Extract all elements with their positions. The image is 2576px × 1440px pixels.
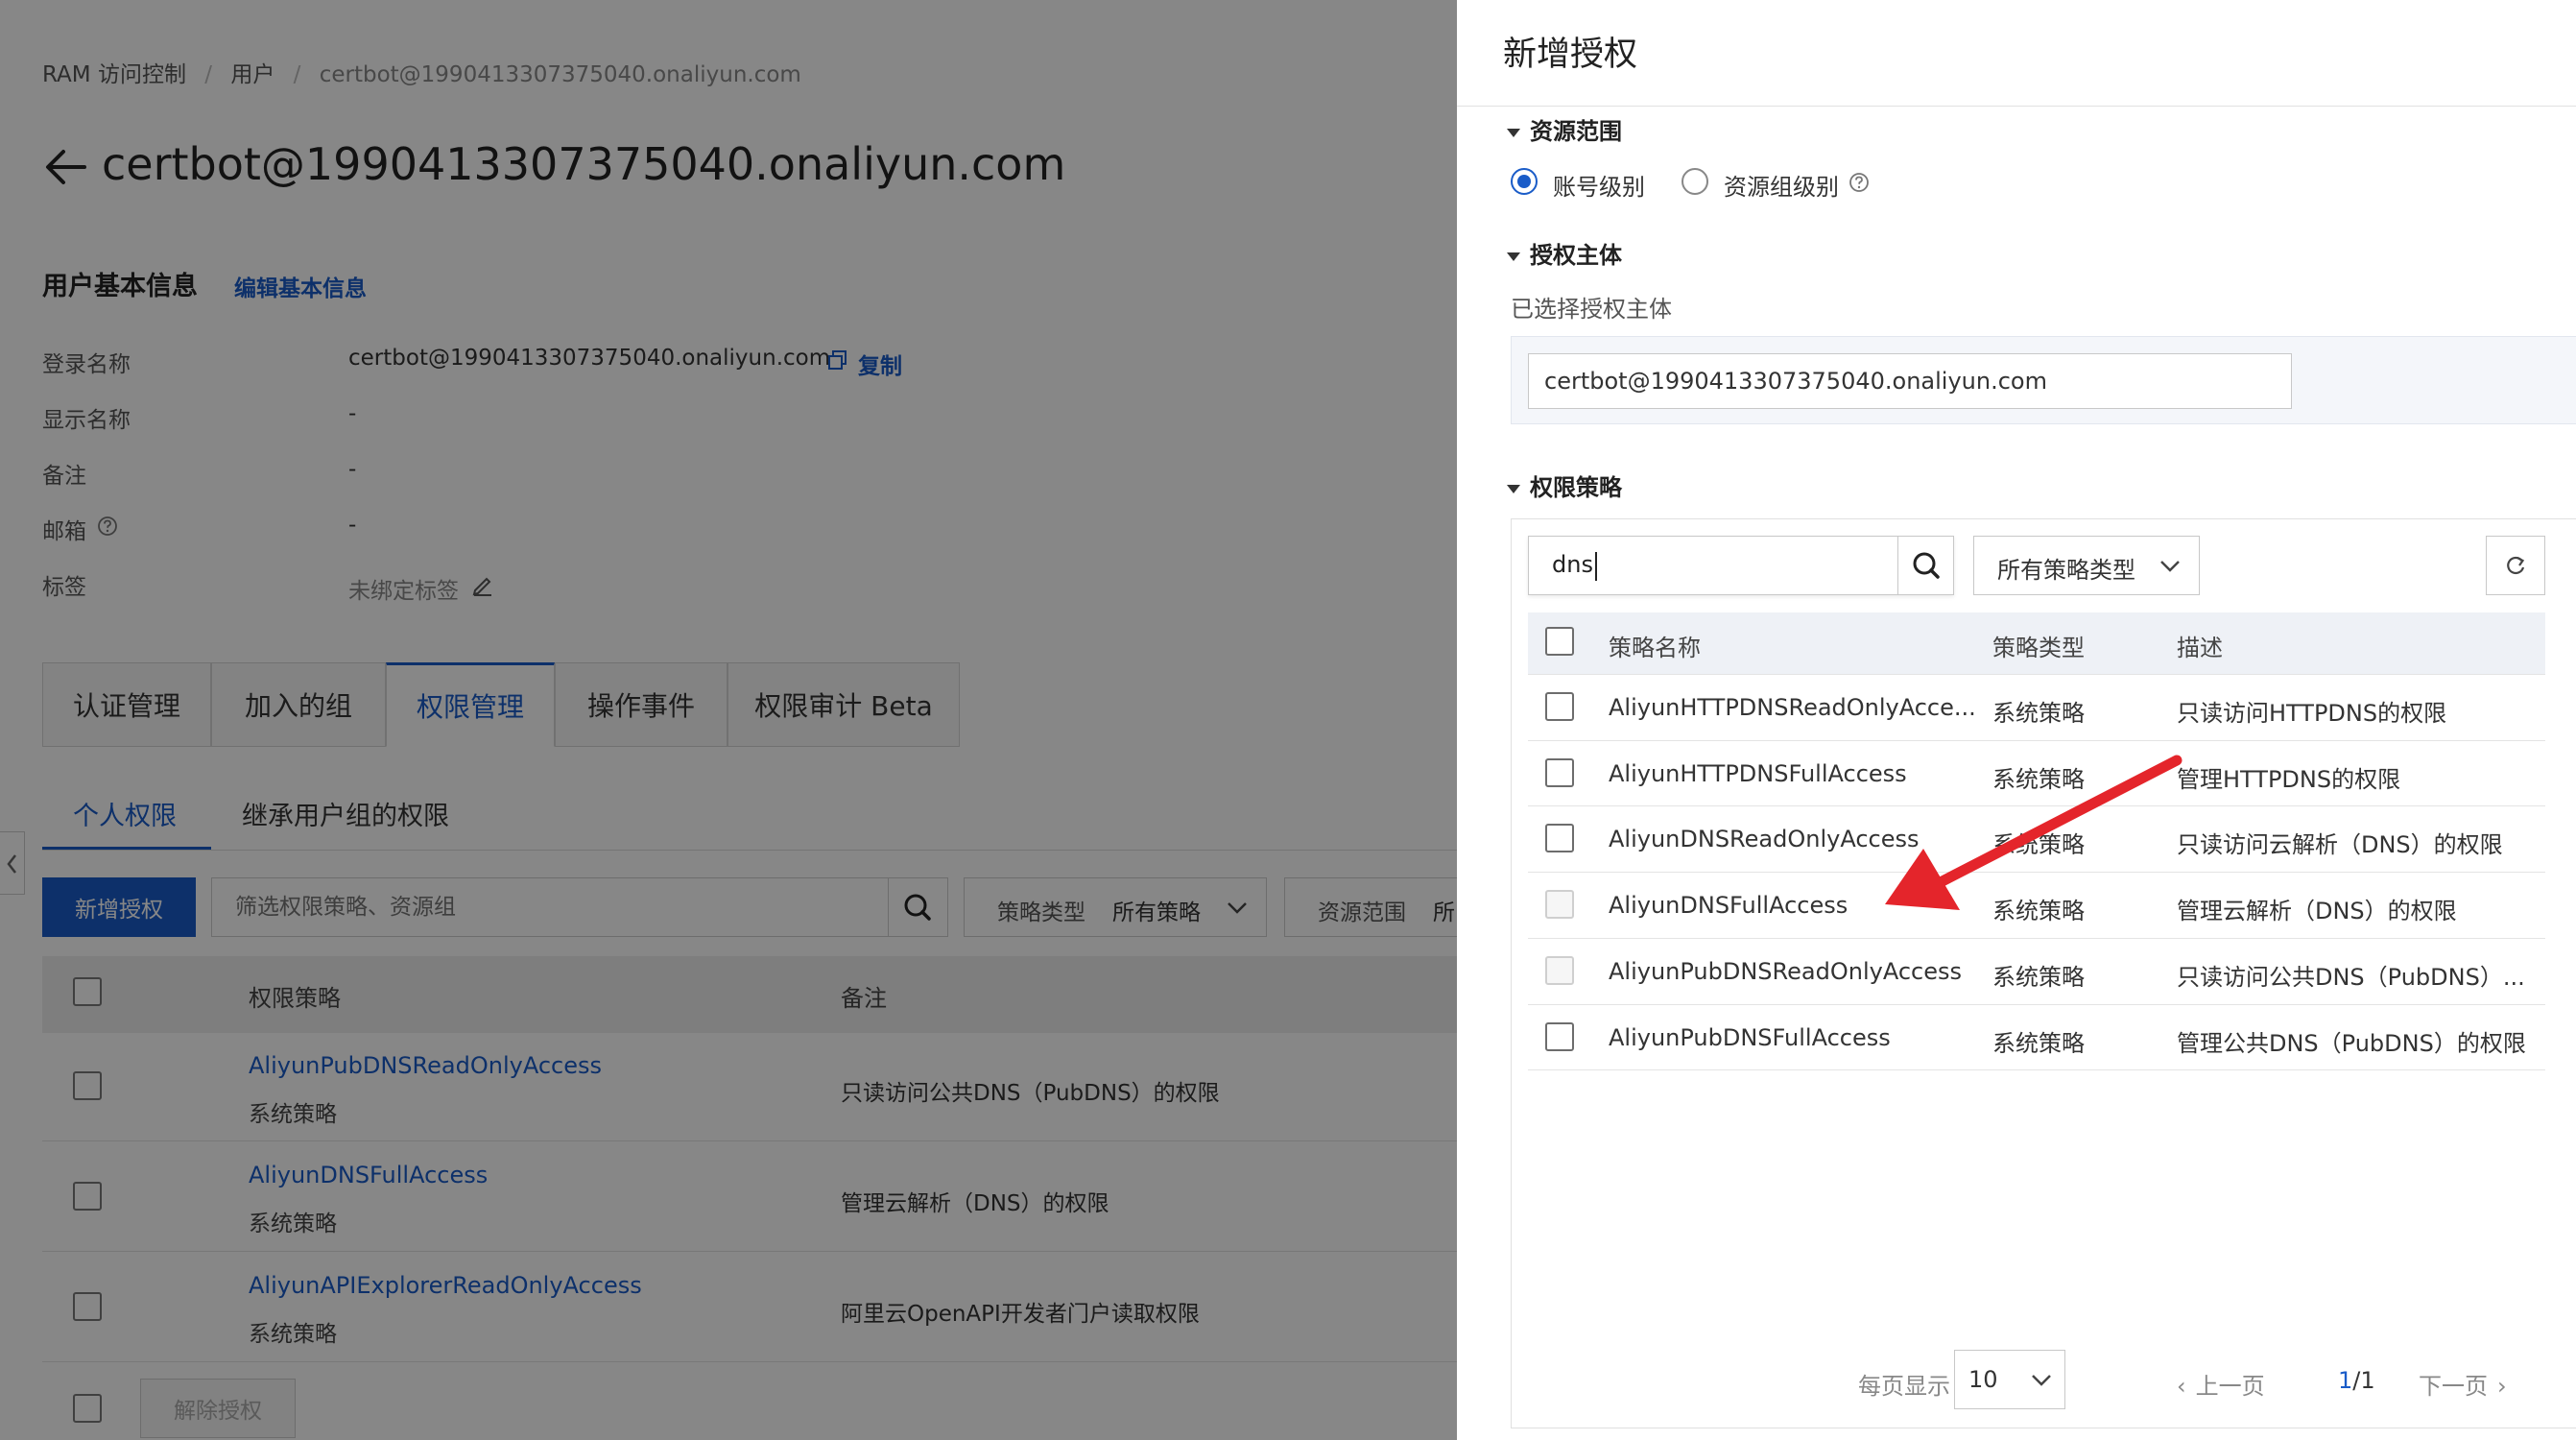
- policy-row-name: AliyunPubDNSFullAccess: [1609, 1023, 1891, 1051]
- row-divider: [1528, 937, 2545, 939]
- policy-row-name: AliyunPubDNSReadOnlyAccess: [1609, 957, 1962, 985]
- user-detail-page: RAM 访问控制 / 用户 / certbot@1990413307375040…: [0, 0, 1457, 1440]
- policy-row-name: AliyunDNSFullAccess: [1609, 892, 1849, 920]
- section-policy[interactable]: 权限策略: [1507, 468, 1622, 502]
- radio-resource-group-level-label[interactable]: 资源组级别: [1724, 168, 1839, 202]
- radio-account-level-label[interactable]: 账号级别: [1553, 168, 1645, 202]
- row-divider: [1528, 1003, 2545, 1005]
- policy-row-description: 只读访问公共DNS（PubDNS）...: [2177, 963, 2525, 991]
- policy-row-checkbox[interactable]: [1545, 692, 1574, 721]
- header-policy-type: 策略类型: [1992, 635, 2085, 661]
- row-divider: [1528, 739, 2545, 741]
- policy-type-filter-value: 所有策略类型: [1997, 557, 2135, 584]
- principal-input[interactable]: certbot@1990413307375040.onaliyun.com: [1528, 353, 2292, 409]
- drawer-header-divider: [1457, 106, 2576, 107]
- policy-row-type: 系统策略: [1992, 963, 2085, 991]
- refresh-button[interactable]: [2486, 536, 2545, 595]
- policy-type-filter-select[interactable]: 所有策略类型: [1973, 536, 2200, 595]
- header-description: 描述: [2177, 635, 2223, 661]
- row-divider: [1528, 805, 2545, 807]
- radio-account-level[interactable]: [1511, 168, 1538, 195]
- principal-value: certbot@1990413307375040.onaliyun.com: [1544, 368, 2047, 395]
- caret-down-icon: [1507, 484, 1520, 493]
- policy-search-input[interactable]: dns: [1552, 551, 1593, 578]
- policy-row-type: 系统策略: [1992, 1029, 2085, 1057]
- policy-search-box: dns: [1528, 536, 1954, 595]
- radio-resource-group-level[interactable]: [1682, 168, 1708, 195]
- row-divider: [1528, 674, 2545, 675]
- caret-down-icon: [1507, 252, 1520, 261]
- drawer-title: 新增授权: [1503, 36, 1638, 74]
- policy-row-description: 只读访问云解析（DNS）的权限: [2177, 831, 2503, 859]
- next-page-button[interactable]: 下一页 ›: [2419, 1367, 2507, 1401]
- row-divider: [1528, 1069, 2545, 1071]
- row-divider: [1528, 872, 2545, 874]
- policy-row-name: AliyunDNSReadOnlyAccess: [1609, 826, 1920, 853]
- chevron-right-icon: ›: [2497, 1373, 2507, 1400]
- chevron-down-icon: [2032, 1375, 2051, 1386]
- modal-overlay[interactable]: [0, 0, 1457, 1440]
- per-page-select[interactable]: 10: [1954, 1350, 2065, 1409]
- caret-down-icon: [1507, 128, 1520, 137]
- page-indicator: 1/1: [2338, 1367, 2375, 1394]
- select-all-policies-checkbox[interactable]: [1545, 627, 1574, 656]
- refresh-icon: [2507, 556, 2525, 575]
- policy-row-name: AliyunHTTPDNSReadOnlyAcce...: [1609, 694, 1976, 721]
- per-page-label: 每页显示: [1858, 1373, 1950, 1400]
- policy-row-checkbox[interactable]: [1545, 1021, 1574, 1051]
- chevron-left-icon: ‹: [2177, 1373, 2186, 1400]
- section-resource-scope[interactable]: 资源范围: [1507, 112, 1622, 146]
- policy-row-description: 只读访问HTTPDNS的权限: [2177, 700, 2447, 727]
- section-principal[interactable]: 授权主体: [1507, 236, 1622, 270]
- policy-row-checkbox[interactable]: [1545, 955, 1574, 985]
- page-current: 1: [2338, 1367, 2353, 1394]
- policy-row-type: 系统策略: [1992, 765, 2085, 793]
- policy-row-description: 管理云解析（DNS）的权限: [2177, 898, 2457, 925]
- principal-selected-label: 已选择授权主体: [1511, 296, 1672, 323]
- per-page-value: 10: [1968, 1366, 1998, 1393]
- help-icon[interactable]: [1849, 172, 1870, 193]
- policy-row-checkbox[interactable]: [1545, 757, 1574, 787]
- policy-row-type: 系统策略: [1992, 831, 2085, 859]
- policy-search-button[interactable]: [1897, 537, 1953, 594]
- page-total: 1: [2360, 1367, 2375, 1394]
- chevron-down-icon: [2160, 561, 2180, 572]
- policy-row-checkbox[interactable]: [1545, 824, 1574, 853]
- policy-row-type: 系统策略: [1992, 700, 2085, 727]
- text-cursor: [1595, 552, 1597, 581]
- policy-row-checkbox[interactable]: [1545, 890, 1574, 920]
- header-policy-name: 策略名称: [1609, 635, 1701, 661]
- add-permission-drawer: 新增授权 资源范围 账号级别 资源组级别 授权主体 已选择授权主体 certbo…: [1457, 0, 2576, 1440]
- policy-row-type: 系统策略: [1992, 898, 2085, 925]
- prev-page-button[interactable]: ‹ 上一页: [2177, 1367, 2265, 1401]
- policy-row-description: 管理公共DNS（PubDNS）的权限: [2177, 1029, 2526, 1057]
- policy-row-description: 管理HTTPDNS的权限: [2177, 765, 2401, 793]
- policy-row-name: AliyunHTTPDNSFullAccess: [1609, 759, 1907, 787]
